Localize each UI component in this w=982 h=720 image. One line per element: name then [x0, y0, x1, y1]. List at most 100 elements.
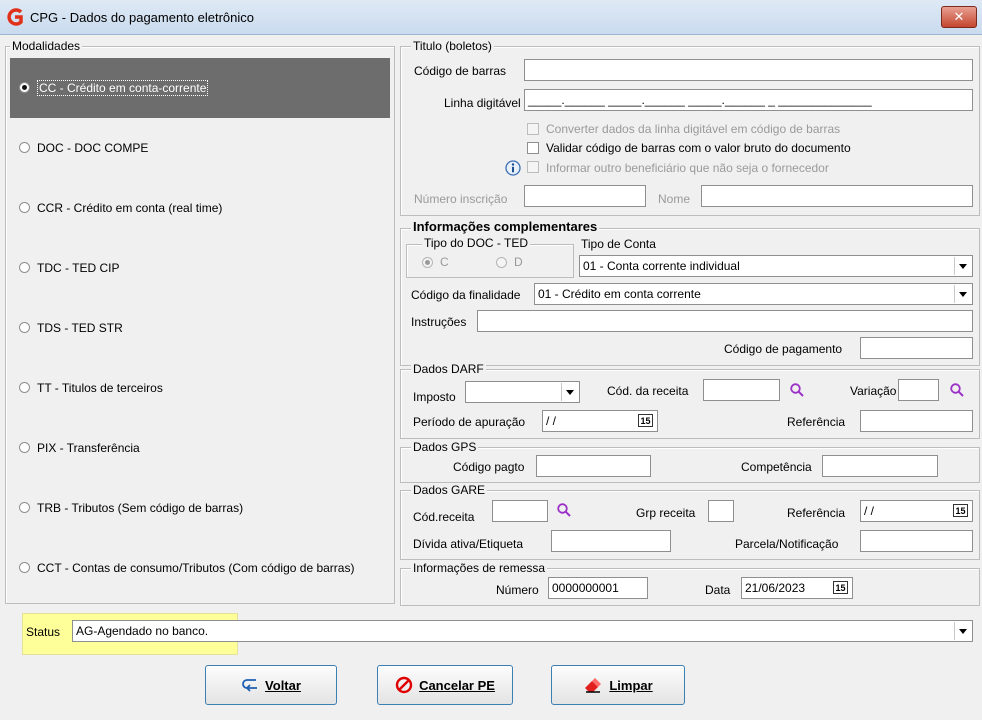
modalidade-option-tds[interactable]: TDS - TED STR	[10, 298, 390, 358]
codigo-barras-input[interactable]	[524, 59, 973, 81]
modalidade-label: TT - Titulos de terceiros	[37, 380, 163, 396]
finalidade-label: Código da finalidade	[411, 288, 521, 302]
validar-label: Validar código de barras com o valor bru…	[546, 141, 851, 155]
search-icon[interactable]	[950, 383, 964, 397]
periodo-label: Período de apuração	[413, 415, 526, 429]
radio-c-label: C	[440, 255, 449, 269]
modalidade-label-text: DOC - DOC COMPE	[37, 141, 149, 155]
limpar-button[interactable]: Limpar	[551, 665, 685, 705]
modalidade-label: CC - Crédito em conta-corrente	[37, 80, 209, 96]
parcela-input[interactable]	[860, 530, 973, 552]
validar-checkbox[interactable]	[527, 142, 539, 154]
modalidade-radio[interactable]	[19, 562, 30, 573]
modalidade-option-cc[interactable]: CC - Crédito em conta-corrente	[10, 58, 390, 118]
cod-receita-label: Cód. da receita	[607, 384, 689, 398]
codigo-pagto-input[interactable]	[536, 455, 651, 477]
app-logo-icon	[7, 8, 23, 26]
modalidade-option-trb[interactable]: TRB - Tributos (Sem código de barras)	[10, 478, 390, 538]
modalidade-label-text: CCR - Crédito em conta (real time)	[37, 201, 223, 215]
numero-inscricao-input[interactable]	[524, 185, 646, 207]
modalidade-option-doc[interactable]: DOC - DOC COMPE	[10, 118, 390, 178]
cancelar-pe-button[interactable]: Cancelar PE	[377, 665, 513, 705]
status-dropdown-icon[interactable]	[954, 622, 971, 640]
status-select[interactable]: AG-Agendado no banco.	[72, 620, 973, 642]
gare-referencia-label: Referência	[787, 506, 846, 520]
informar-checkbox[interactable]	[527, 161, 539, 173]
gare-referencia-input[interactable]: / / 15	[860, 500, 973, 522]
modalidade-radio[interactable]	[19, 82, 30, 93]
gare-cod-receita-input[interactable]	[492, 500, 548, 522]
modalidade-radio[interactable]	[19, 202, 30, 213]
modalidade-option-tt[interactable]: TT - Titulos de terceiros	[10, 358, 390, 418]
grp-receita-input[interactable]	[708, 500, 734, 522]
modalidade-radio[interactable]	[19, 262, 30, 273]
finalidade-dropdown-icon[interactable]	[954, 285, 971, 303]
calendar-icon[interactable]: 15	[638, 414, 653, 427]
calendar-icon[interactable]: 15	[953, 504, 968, 517]
modalidade-label: TRB - Tributos (Sem código de barras)	[37, 500, 243, 516]
gare-legend: Dados GARE	[411, 483, 488, 497]
back-arrow-icon	[242, 679, 258, 692]
referencia-label: Referência	[787, 415, 846, 429]
modalidade-label-text: PIX - Transferência	[37, 441, 140, 455]
nome-label: Nome	[658, 192, 691, 206]
cancelar-label: Cancelar PE	[419, 677, 495, 693]
titulo-legend: Titulo (boletos)	[411, 39, 494, 53]
instrucoes-input[interactable]	[477, 310, 973, 332]
radio-d[interactable]	[496, 257, 507, 268]
divida-label: Dívida ativa/Etiqueta	[413, 537, 524, 551]
modalidade-radio[interactable]	[19, 322, 30, 333]
tipo-conta-dropdown-icon[interactable]	[954, 257, 971, 275]
modalidade-option-cct[interactable]: CCT - Contas de consumo/Tributos (Com có…	[10, 538, 390, 598]
search-icon[interactable]	[557, 503, 571, 517]
tipo-conta-select[interactable]: 01 - Conta corrente individual	[579, 255, 973, 277]
codigo-pagamento-label: Código de pagamento	[724, 342, 843, 356]
linha-digitavel-label: Linha digitável	[444, 96, 521, 110]
finalidade-select[interactable]: 01 - Crédito em conta corrente	[534, 283, 973, 305]
data-input[interactable]: 21/06/2023 15	[741, 577, 853, 599]
competencia-input[interactable]	[822, 455, 938, 477]
modalidade-radio[interactable]	[19, 442, 30, 453]
nome-input[interactable]	[701, 185, 973, 207]
data-value: 21/06/2023	[745, 581, 806, 595]
finalidade-value: 01 - Crédito em conta corrente	[538, 287, 701, 301]
linha-digitavel-input[interactable]: _____.______ _____.______ _____.______ _…	[524, 89, 973, 111]
imposto-select[interactable]	[465, 381, 580, 403]
codigo-pagamento-input[interactable]	[860, 337, 973, 359]
close-button[interactable]: ✕	[941, 6, 977, 28]
radio-c[interactable]	[422, 257, 433, 268]
voltar-button[interactable]: Voltar	[205, 665, 337, 705]
numero-input[interactable]: 0000000001	[548, 577, 648, 599]
modalidade-label-text: TDS - TED STR	[37, 321, 123, 335]
search-icon[interactable]	[790, 383, 804, 397]
periodo-input[interactable]: / / 15	[542, 410, 658, 432]
modalidade-label-text: CCT - Contas de consumo/Tributos (Com có…	[37, 561, 355, 575]
modalidade-label-text: TRB - Tributos (Sem código de barras)	[37, 501, 244, 515]
cod-receita-input[interactable]	[703, 379, 780, 401]
modalidade-label: DOC - DOC COMPE	[37, 140, 148, 156]
modalidade-label-text: TT - Titulos de terceiros	[37, 381, 163, 395]
modalidade-option-ccr[interactable]: CCR - Crédito em conta (real time)	[10, 178, 390, 238]
converter-checkbox[interactable]	[527, 123, 539, 135]
data-label: Data	[705, 583, 731, 597]
modalidade-label: PIX - Transferência	[37, 440, 140, 456]
variacao-input[interactable]	[898, 379, 939, 401]
variacao-label: Variação	[850, 384, 897, 398]
modalidade-radio[interactable]	[19, 142, 30, 153]
info-icon[interactable]	[505, 160, 521, 176]
modalidade-option-pix[interactable]: PIX - Transferência	[10, 418, 390, 478]
modalidade-option-tdc[interactable]: TDC - TED CIP	[10, 238, 390, 298]
parcela-label: Parcela/Notificação	[735, 537, 839, 551]
referencia-input[interactable]	[860, 410, 973, 432]
gare-referencia-value: / /	[864, 504, 875, 518]
codigo-pagto-label: Código pagto	[453, 460, 525, 474]
calendar-icon[interactable]: 15	[833, 581, 848, 594]
modalidade-radio[interactable]	[19, 382, 30, 393]
divida-input[interactable]	[551, 530, 671, 552]
imposto-dropdown-icon[interactable]	[561, 383, 578, 401]
numero-label: Número	[496, 583, 539, 597]
modalidade-radio[interactable]	[19, 502, 30, 513]
converter-label: Converter dados da linha digitável em có…	[546, 122, 841, 136]
informar-label: Informar outro beneficiário que não seja…	[546, 161, 829, 175]
modalidade-label: CCR - Crédito em conta (real time)	[37, 200, 222, 216]
